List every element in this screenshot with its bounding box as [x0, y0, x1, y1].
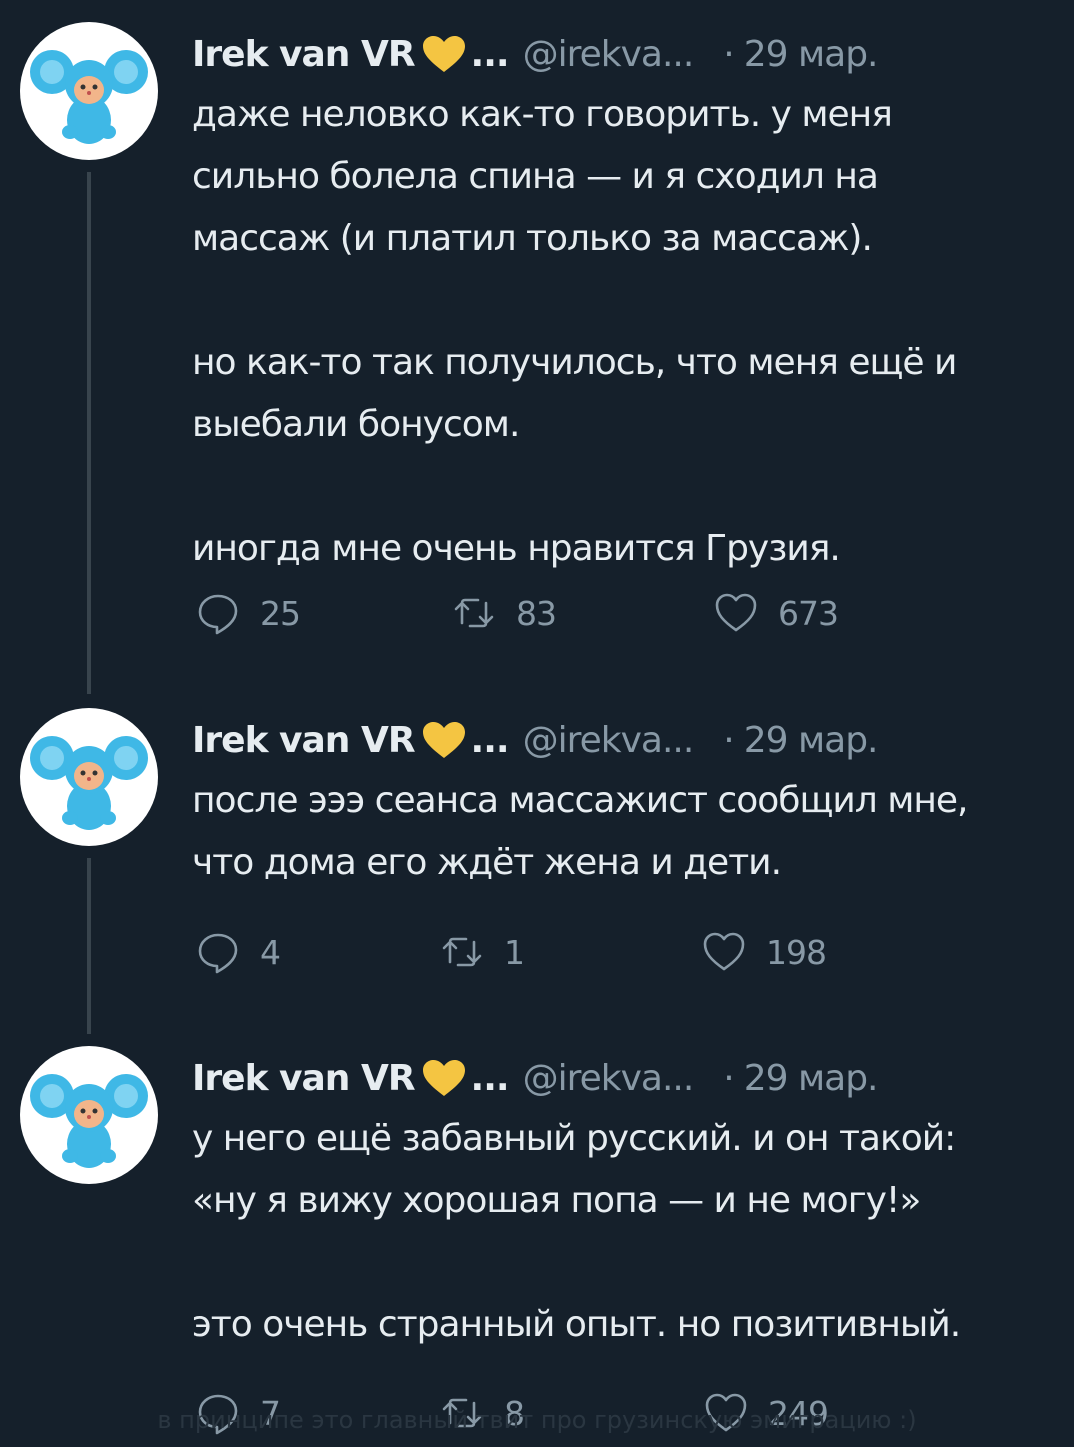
tweet-actions: 25 83 673: [196, 588, 1056, 638]
reply-button[interactable]: 4: [196, 927, 281, 977]
tweet-text-line: это очень странный опыт. но позитивный.: [192, 1304, 961, 1345]
tweet-text-line: после эээ сеанса массажист сообщил мне,: [192, 780, 969, 821]
yellow-heart-icon: [421, 720, 467, 760]
like-count: 673: [778, 593, 839, 633]
retweet-icon: [442, 937, 482, 967]
retweet-icon: [454, 598, 494, 628]
author-name[interactable]: Irek van VR: [192, 1058, 416, 1099]
tweet-actions: 4 1 198: [196, 927, 1056, 977]
tweet-text-line: даже неловко как-то говорить. у меня: [192, 94, 893, 135]
author-handle[interactable]: @irekva...: [523, 1058, 695, 1099]
tweet-header: Irek van VR ... @irekva... · 29 мар.: [192, 1048, 878, 1108]
yellow-heart-icon: [421, 34, 467, 74]
separator-dot: ·: [723, 1057, 734, 1099]
caption-text: в принципе это главный твит про грузинск…: [157, 1406, 917, 1434]
tweet-text-line: но как-то так получилось, что меня ещё и: [192, 342, 957, 383]
yellow-heart-icon: [421, 1058, 467, 1098]
cheburashka-avatar-icon[interactable]: [20, 1046, 158, 1184]
author-handle[interactable]: @irekva...: [523, 720, 695, 761]
cheburashka-avatar-icon[interactable]: [20, 708, 158, 846]
tweet-text-line: массаж (и платил только за массаж).: [192, 218, 873, 259]
tweet-text: даже неловко как-то говорить. у меня сил…: [192, 84, 1052, 580]
author-handle[interactable]: @irekva...: [523, 34, 695, 75]
tweet-text-line: что дома его ждёт жена и дети.: [192, 842, 782, 883]
like-icon: [715, 593, 757, 632]
tweet[interactable]: Irek van VR ... @irekva... · 29 мар. пос…: [0, 708, 1074, 1008]
tweet-text-line: «ну я вижу хорошая попа — и не могу!»: [192, 1180, 921, 1221]
like-button[interactable]: 673: [714, 588, 839, 638]
tweet-text: после эээ сеанса массажист сообщил мне, …: [192, 770, 1052, 894]
like-count: 198: [766, 932, 827, 972]
separator-dot: ·: [723, 33, 734, 75]
name-ellipsis: ...: [470, 719, 510, 761]
tweet-text: у него ещё забавный русский. и он такой:…: [192, 1108, 1052, 1356]
retweet-count: 1: [504, 932, 525, 972]
reply-icon: [198, 933, 238, 974]
tweet-date[interactable]: 29 мар.: [744, 720, 879, 761]
reply-icon: [198, 594, 238, 635]
tweet-date[interactable]: 29 мар.: [744, 34, 879, 75]
reply-button[interactable]: 25: [196, 588, 301, 638]
retweet-button[interactable]: 1: [440, 927, 525, 977]
tweet-text-line: сильно болела спина — и я сходил на: [192, 156, 879, 197]
retweet-count: 83: [516, 593, 557, 633]
tweet-header: Irek van VR ... @irekva... · 29 мар.: [192, 24, 878, 84]
name-ellipsis: ...: [470, 1057, 510, 1099]
tweet-header: Irek van VR ... @irekva... · 29 мар.: [192, 710, 878, 770]
tweet[interactable]: Irek van VR ... @irekva... · 29 мар. у н…: [0, 1046, 1074, 1436]
reply-count: 25: [260, 593, 301, 633]
tweet-date[interactable]: 29 мар.: [744, 1058, 879, 1099]
retweet-button[interactable]: 83: [452, 588, 557, 638]
reply-count: 4: [260, 932, 281, 972]
tweet[interactable]: Irek van VR ... @irekva... · 29 мар. даж…: [0, 22, 1074, 662]
cheburashka-avatar-icon[interactable]: [20, 22, 158, 160]
like-icon: [703, 932, 745, 971]
tweet-text-line: иногда мне очень нравится Грузия.: [192, 528, 841, 569]
author-name[interactable]: Irek van VR: [192, 720, 416, 761]
like-button[interactable]: 198: [702, 927, 827, 977]
name-ellipsis: ...: [470, 33, 510, 75]
tweet-text-line: у него ещё забавный русский. и он такой:: [192, 1118, 956, 1159]
separator-dot: ·: [723, 719, 734, 761]
author-name[interactable]: Irek van VR: [192, 34, 416, 75]
tweet-text-line: выебали бонусом.: [192, 404, 520, 445]
